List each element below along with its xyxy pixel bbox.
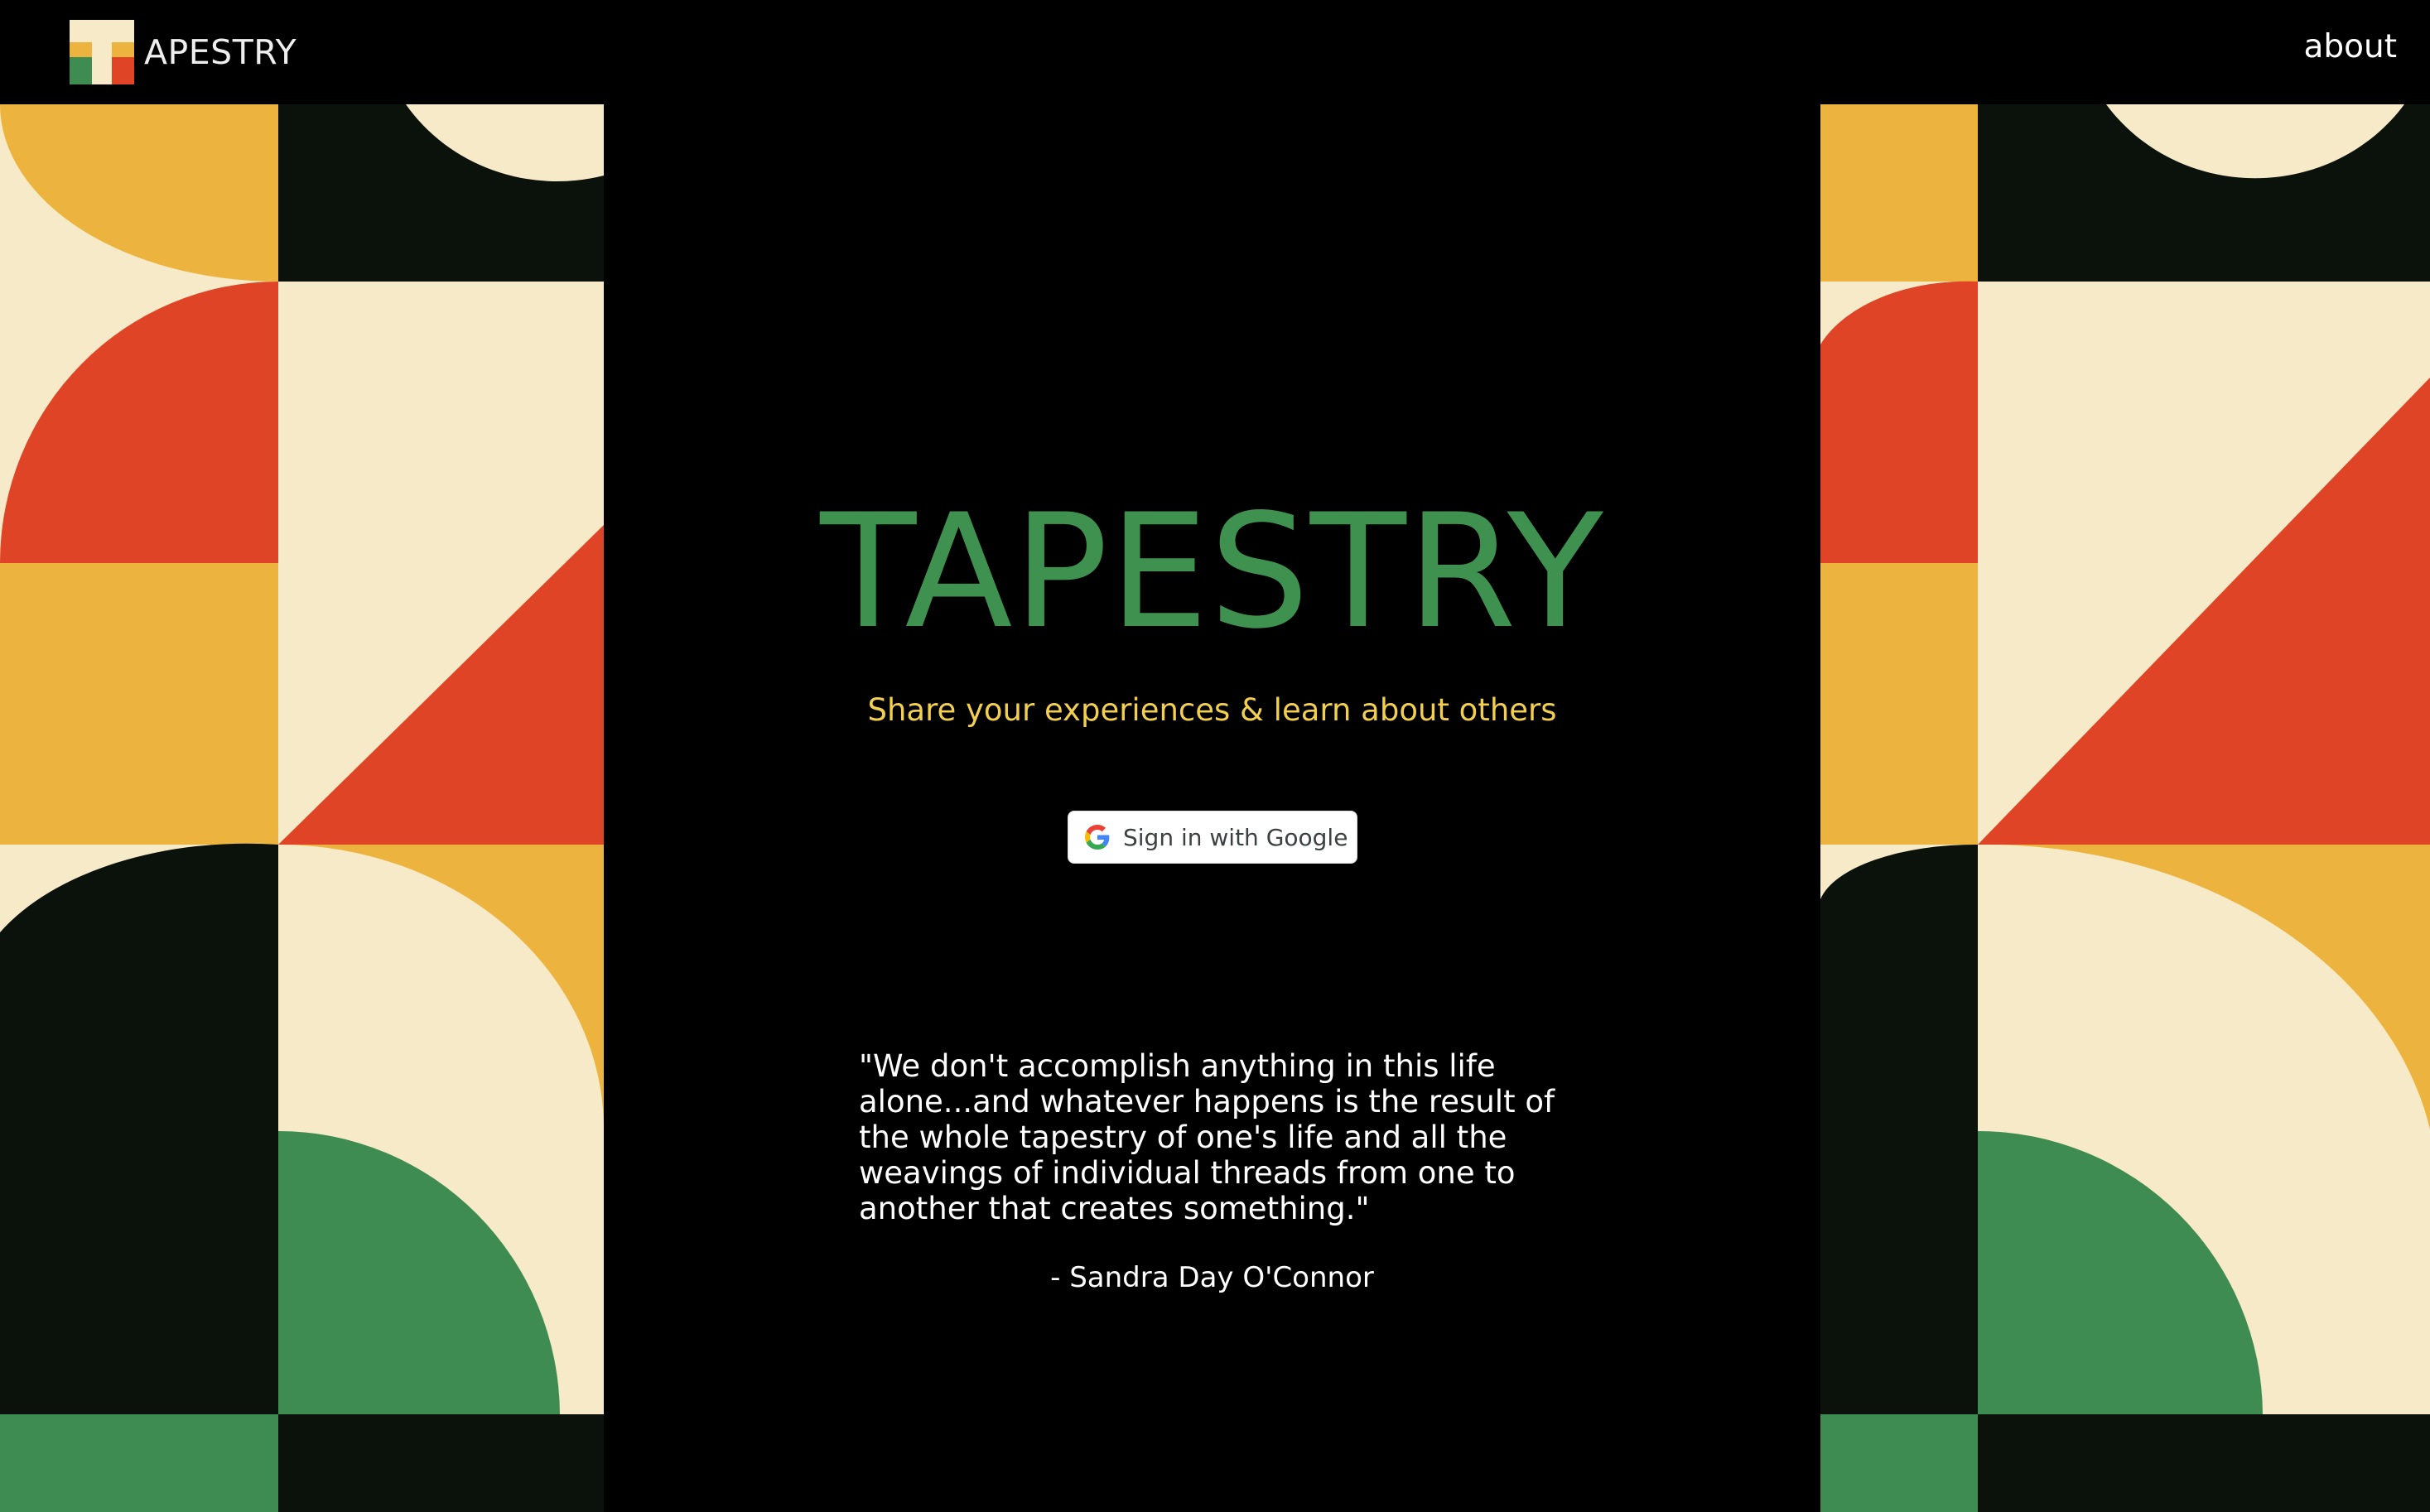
quote-attribution: - Sandra Day O'Connor xyxy=(1050,1261,1374,1294)
hero-title: TAPESTRY xyxy=(820,480,1604,663)
brand-logo-text: APESTRY xyxy=(144,31,297,72)
nav-about-link[interactable]: about xyxy=(2303,29,2397,65)
google-g-icon xyxy=(1085,825,1110,850)
brand-logo-link[interactable]: APESTRY xyxy=(70,20,297,84)
quote-text: "We don't accomplish anything in this li… xyxy=(859,1048,1555,1226)
right-decorative-pattern xyxy=(1820,104,2430,1512)
google-sign-in-label: Sign in with Google xyxy=(1123,823,1348,851)
landing-main-content: TAPESTRY Share your experiences & learn … xyxy=(604,104,1820,1512)
left-decorative-pattern xyxy=(0,104,604,1512)
google-sign-in-button[interactable]: Sign in with Google xyxy=(1068,811,1357,864)
tapestry-logo-icon xyxy=(70,20,134,84)
hero-tagline: Share your experiences & learn about oth… xyxy=(867,692,1557,728)
top-navbar: APESTRY about xyxy=(0,0,2430,104)
